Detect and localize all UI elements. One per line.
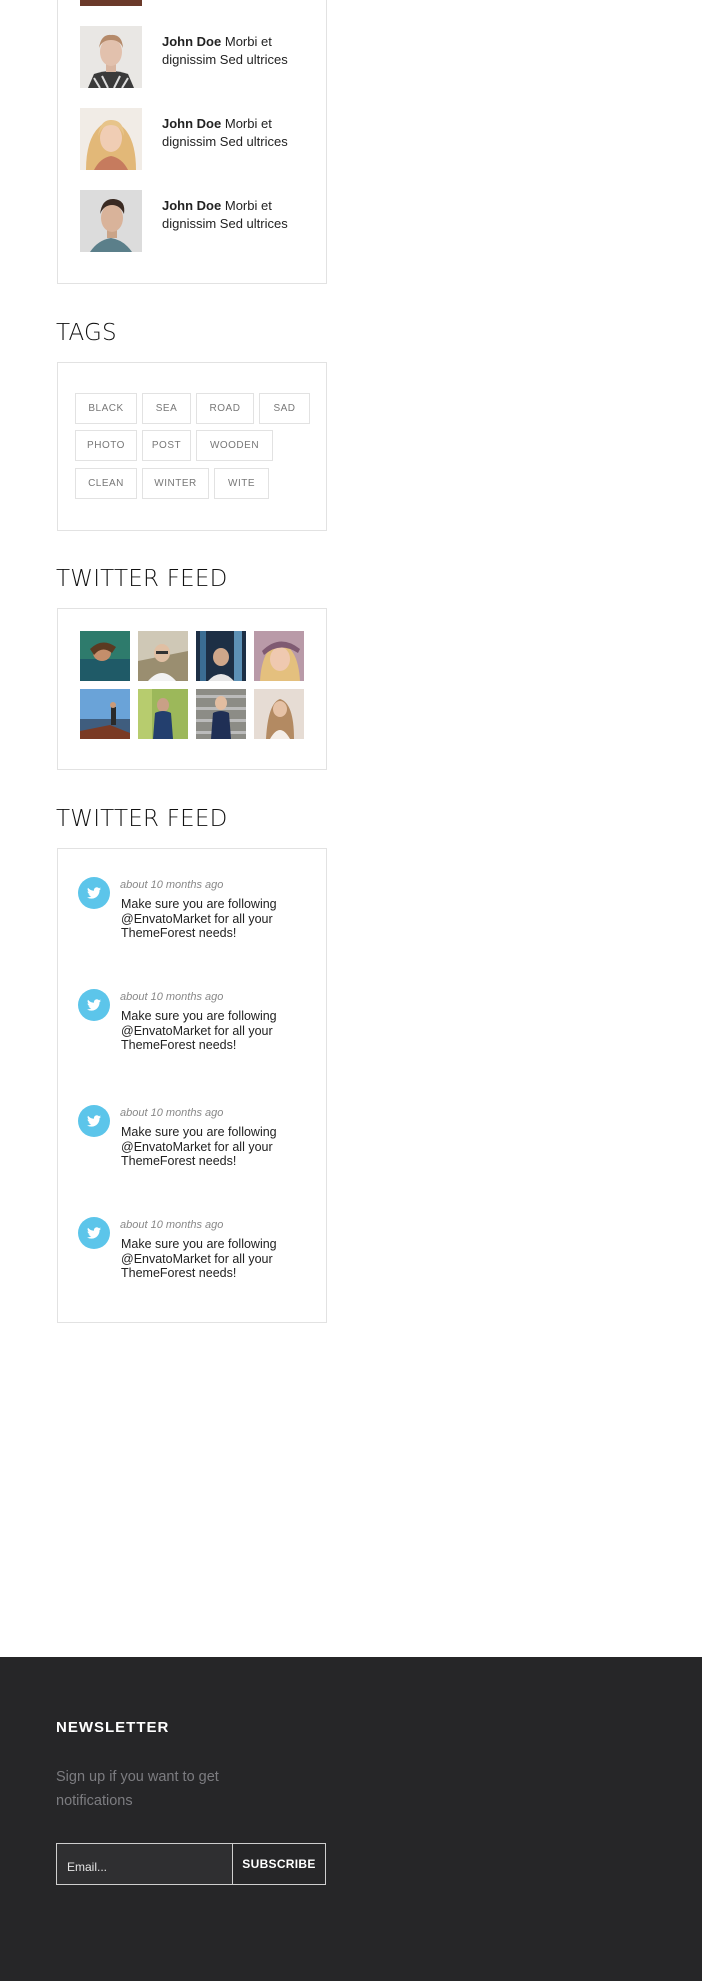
twitter-feed-widget: about 10 months ago Make sure you are fo… xyxy=(57,848,327,1323)
tag-black[interactable]: BLACK xyxy=(75,393,137,424)
tweet-time: about 10 months ago xyxy=(120,1219,224,1231)
twitter-bird-icon[interactable] xyxy=(78,989,110,1021)
tags-widget: BLACK SEA ROAD SAD PHOTO POST WOODEN CLE… xyxy=(57,362,327,531)
twitter-gallery-title: TWITTER FEED xyxy=(56,566,228,592)
email-field[interactable] xyxy=(57,1844,233,1884)
gallery-thumbnail[interactable] xyxy=(254,689,304,739)
gallery-thumbnail[interactable] xyxy=(80,631,130,681)
comment-text: John Doe Morbi et dignissim Sed ultrices xyxy=(162,197,312,233)
twitter-bird-icon[interactable] xyxy=(78,877,110,909)
avatar[interactable] xyxy=(80,190,142,252)
newsletter-title: NEWSLETTER xyxy=(56,1719,170,1736)
gallery-thumbnail[interactable] xyxy=(138,689,188,739)
footer: NEWSLETTER Sign up if you want to get no… xyxy=(0,1657,702,1981)
avatar[interactable] xyxy=(80,108,142,170)
tweet-time: about 10 months ago xyxy=(120,879,224,891)
tweet-time: about 10 months ago xyxy=(120,1107,224,1119)
tag-photo[interactable]: PHOTO xyxy=(75,430,137,461)
comment-author[interactable]: John Doe xyxy=(162,34,221,49)
newsletter-form: SUBSCRIBE xyxy=(56,1843,326,1885)
comment-item: John Doe Morbi et dignissim Sed ultrices xyxy=(80,26,320,88)
tag-post[interactable]: POST xyxy=(142,430,191,461)
gallery-thumbnail[interactable] xyxy=(138,631,188,681)
gallery-thumbnail[interactable] xyxy=(254,631,304,681)
twitter-bird-icon[interactable] xyxy=(78,1105,110,1137)
newsletter-description: Sign up if you want to get notifications xyxy=(56,1769,219,1809)
comment-item: John Doe Morbi et dignissim Sed ultrices xyxy=(80,108,320,170)
tweet-text: Make sure you are following @EnvatoMarke… xyxy=(121,897,277,940)
comment-text: John Doe Morbi et dignissim Sed ultrices xyxy=(162,33,312,69)
avatar xyxy=(80,0,142,6)
tweet-text: Make sure you are following @EnvatoMarke… xyxy=(121,1125,277,1168)
subscribe-button[interactable]: SUBSCRIBE xyxy=(233,1844,325,1884)
avatar[interactable] xyxy=(80,26,142,88)
comment-text: John Doe Morbi et dignissim Sed ultrices xyxy=(162,115,312,151)
tag-road[interactable]: ROAD xyxy=(196,393,254,424)
comment-item: John Doe Morbi et dignissim Sed ultrices xyxy=(80,190,320,252)
tag-wite[interactable]: WITE xyxy=(214,468,269,499)
tag-sad[interactable]: SAD xyxy=(259,393,310,424)
gallery-thumbnail[interactable] xyxy=(196,689,246,739)
tweet-time: about 10 months ago xyxy=(120,991,224,1003)
tag-clean[interactable]: CLEAN xyxy=(75,468,137,499)
comment-author[interactable]: John Doe xyxy=(162,198,221,213)
tag-wooden[interactable]: WOODEN xyxy=(196,430,273,461)
tweet-text: Make sure you are following @EnvatoMarke… xyxy=(121,1009,277,1052)
tweet-text: Make sure you are following @EnvatoMarke… xyxy=(121,1237,277,1280)
twitter-bird-icon[interactable] xyxy=(78,1217,110,1249)
tag-sea[interactable]: SEA xyxy=(142,393,191,424)
twitter-gallery-widget xyxy=(57,608,327,770)
gallery-thumbnail[interactable] xyxy=(196,631,246,681)
tag-winter[interactable]: WINTER xyxy=(142,468,209,499)
comment-author[interactable]: John Doe xyxy=(162,116,221,131)
gallery-thumbnail[interactable] xyxy=(80,689,130,739)
twitter-feed-title: TWITTER FEED xyxy=(56,806,228,832)
tags-title: TAGS xyxy=(56,320,117,346)
